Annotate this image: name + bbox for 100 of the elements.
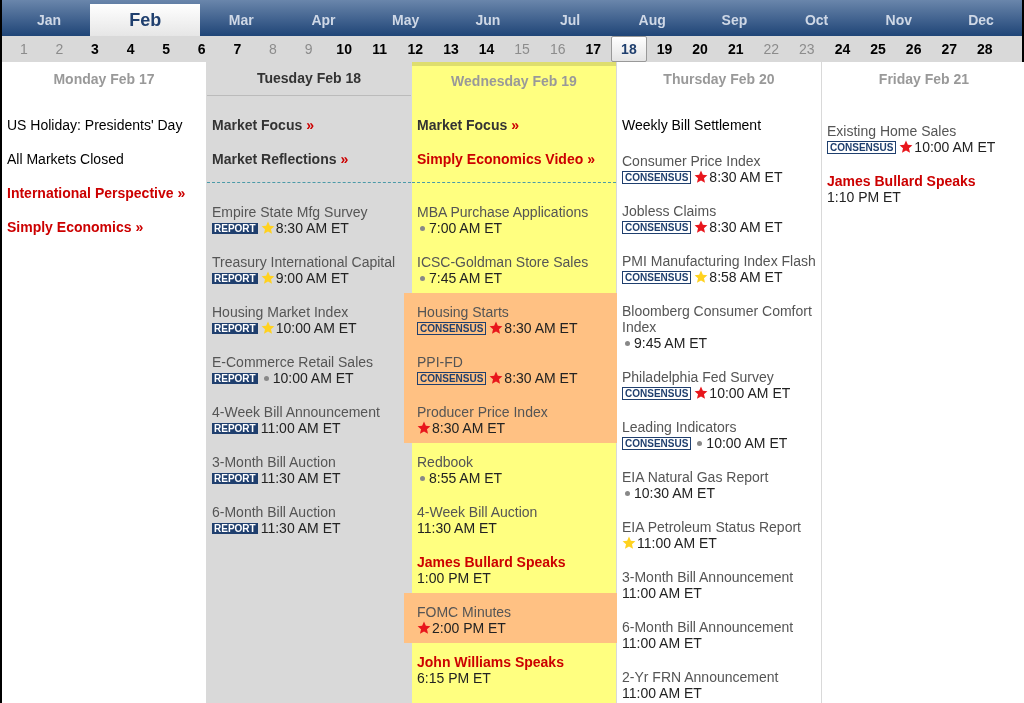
event-title[interactable]: Redbook (417, 454, 474, 470)
event-time: 8:30 AM ET (709, 169, 783, 185)
date-button[interactable]: 5 (148, 36, 184, 62)
note-text: Weekly Bill Settlement (622, 115, 761, 135)
link[interactable]: International Perspective » (7, 182, 186, 204)
date-button[interactable]: 12 (397, 36, 434, 62)
event-time: 8:30 AM ET (709, 219, 783, 235)
badge: REPORT (212, 422, 258, 434)
month-tab[interactable]: Jul (528, 4, 612, 36)
badge: REPORT (212, 272, 258, 284)
event-time: 1:00 PM ET (417, 570, 491, 586)
event-time: 7:00 AM ET (429, 220, 503, 236)
badge: CONSENSUS (417, 371, 487, 385)
day-header: Tuesday Feb 18 (207, 62, 411, 96)
event-title[interactable]: 6-Month Bill Auction (212, 504, 336, 520)
event-title[interactable]: ICSC-Goldman Store Sales (417, 254, 589, 270)
event-time: 2:00 PM ET (432, 620, 506, 636)
month-tab[interactable]: Feb (90, 4, 201, 36)
month-tab[interactable]: Dec (939, 4, 1023, 36)
event-title[interactable]: Treasury International Capital (212, 254, 396, 270)
month-tab[interactable]: Apr (282, 4, 365, 36)
event-time: 11:00 AM ET (622, 685, 702, 701)
month-tab[interactable]: Nov (857, 4, 940, 36)
event-time: 11:00 AM ET (622, 635, 702, 651)
event-time: 10:00 AM ET (275, 320, 357, 336)
badge: REPORT (212, 372, 258, 384)
event-title[interactable]: 2-Yr FRN Announcement (622, 669, 779, 685)
event-time: 1:10 PM ET (827, 189, 901, 205)
date-button[interactable]: 20 (682, 36, 718, 62)
event-title[interactable]: EIA Petroleum Status Report (622, 519, 801, 535)
event-title[interactable]: PPI-FD (417, 354, 463, 370)
date-button[interactable]: 19 (646, 36, 683, 62)
date-button[interactable]: 24 (824, 36, 861, 62)
month-tab[interactable]: Jun (446, 4, 529, 36)
event-title[interactable]: Leading Indicators (622, 419, 737, 435)
month-tab[interactable]: Aug (611, 4, 694, 36)
event-title[interactable]: 3-Month Bill Auction (212, 454, 336, 470)
event-title[interactable]: Consumer Price Index (622, 153, 761, 169)
date-button[interactable]: 14 (468, 36, 505, 62)
day-header: Friday Feb 21 (877, 69, 971, 89)
date-button[interactable]: 10 (326, 36, 362, 62)
event-time: 7:45 AM ET (429, 270, 503, 286)
link[interactable]: Market Focus » (212, 114, 314, 136)
month-tab[interactable]: Jan (8, 4, 91, 36)
event-title[interactable]: PMI Manufacturing Index Flash (622, 253, 816, 269)
date-button[interactable]: 27 (931, 36, 968, 62)
event-title[interactable]: Empire State Mfg Survey (212, 204, 368, 220)
event-time: 10:00 AM ET (706, 435, 788, 451)
badge: REPORT (212, 472, 258, 484)
date-button[interactable]: 17 (575, 36, 612, 62)
event-title[interactable]: Philadelphia Fed Survey (622, 369, 774, 385)
event-time: 9:00 AM ET (275, 270, 349, 286)
event-time: 11:30 AM ET (417, 520, 497, 536)
link[interactable]: Market Reflections » (212, 148, 349, 170)
date-button[interactable]: 3 (77, 36, 113, 62)
speaker-link[interactable]: John Williams Speaks (417, 654, 564, 670)
speaker-link[interactable]: James Bullard Speaks (417, 554, 566, 570)
date-button[interactable]: 21 (717, 36, 754, 62)
month-tab[interactable]: Oct (775, 4, 858, 36)
event-title[interactable]: Jobless Claims (622, 203, 717, 219)
event-title[interactable]: 4-Week Bill Announcement (212, 404, 380, 420)
event-title[interactable]: 4-Week Bill Auction (417, 504, 538, 520)
event-title[interactable]: MBA Purchase Applications (417, 204, 589, 220)
event-time: 8:30 AM ET (504, 370, 578, 386)
event-title[interactable]: Bloomberg Consumer Comfort Index (622, 303, 816, 335)
event-title[interactable]: E-Commerce Retail Sales (212, 354, 374, 370)
speaker-link[interactable]: James Bullard Speaks (827, 173, 976, 189)
date-button[interactable]: 18 (611, 36, 647, 62)
badge: CONSENSUS (827, 140, 897, 154)
event-time: 9:45 AM ET (634, 335, 708, 351)
event-title[interactable]: FOMC Minutes (417, 604, 512, 620)
event-time: 11:00 AM ET (622, 585, 702, 601)
date-button[interactable]: 25 (860, 36, 896, 62)
date-button[interactable]: 6 (183, 36, 220, 62)
event-time: 11:00 AM ET (260, 420, 341, 436)
date-button[interactable]: 28 (967, 36, 1003, 62)
month-tab[interactable]: May (364, 4, 447, 36)
event-time: 10:30 AM ET (634, 485, 715, 501)
event-title[interactable]: 3-Month Bill Announcement (622, 569, 794, 585)
event-time: 10:00 AM ET (272, 370, 354, 386)
event-title[interactable]: EIA Natural Gas Report (622, 469, 769, 485)
badge: CONSENSUS (622, 270, 692, 284)
month-tab[interactable]: Sep (693, 4, 776, 36)
link[interactable]: Simply Economics » (7, 216, 144, 238)
date-button[interactable]: 4 (112, 36, 149, 62)
event-title[interactable]: Housing Market Index (212, 304, 349, 320)
event-title[interactable]: 6-Month Bill Announcement (622, 619, 794, 635)
date-button[interactable]: 11 (361, 36, 398, 62)
event-title[interactable]: Producer Price Index (417, 404, 548, 420)
date-button[interactable]: 26 (895, 36, 932, 62)
event-time: 11:30 AM ET (260, 520, 341, 536)
date-button[interactable]: 7 (219, 36, 256, 62)
event-title[interactable]: Housing Starts (417, 304, 509, 320)
badge: REPORT (212, 222, 258, 234)
event-time: 6:15 PM ET (417, 670, 491, 686)
link[interactable]: Market Focus » (417, 114, 519, 136)
month-tab[interactable]: Mar (200, 4, 283, 36)
event-title[interactable]: Existing Home Sales (827, 123, 957, 139)
link[interactable]: Simply Economics Video » (417, 148, 595, 170)
date-button[interactable]: 13 (433, 36, 469, 62)
